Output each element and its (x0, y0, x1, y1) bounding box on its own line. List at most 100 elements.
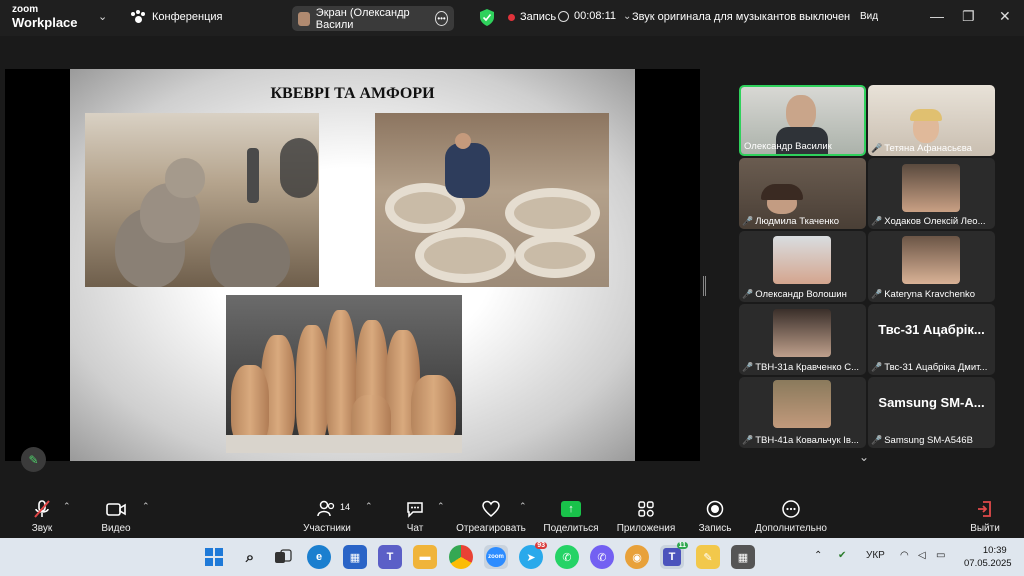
recording-indicator[interactable]: Запись (508, 11, 556, 23)
participant-name: 🎤 Samsung SM-A546B (871, 435, 973, 446)
wifi-icon[interactable]: ◠ (900, 550, 909, 561)
participant-name: 🎤 Людмила Ткаченко (742, 216, 840, 227)
record-dot-icon (508, 13, 515, 21)
participant-tile[interactable]: 🎤 Ходаков Олексій Лео... (868, 158, 995, 229)
leave-button[interactable]: Выйти (966, 493, 1004, 538)
participant-name: 🎤 Kateryna Kravchenko (871, 289, 976, 300)
participant-display-name: Samsung SM-A... (878, 395, 985, 410)
video-button[interactable]: Видео (96, 493, 136, 538)
windows-taskbar: ⌕ e ▦ T ▬ zoom ➤ 93 ✆ ✆ ◉ T 11 ✎ ▦ ⌃ ✔ У… (0, 538, 1024, 576)
participant-tile[interactable]: 🎤 Олександр Волошин (739, 231, 866, 302)
paw-icon (130, 10, 146, 24)
chevron-down-icon[interactable]: ⌄ (98, 10, 107, 23)
participant-tile[interactable]: Samsung SM-A... 🎤 Samsung SM-A546B (868, 377, 995, 448)
panel-resize-handle[interactable] (703, 276, 706, 296)
conference-button[interactable]: Конференция (130, 10, 222, 24)
record-icon (706, 500, 724, 518)
teams-classic-icon[interactable]: T 11 (660, 542, 688, 569)
close-button[interactable]: ✕ (999, 8, 1011, 25)
teams-icon[interactable]: T (378, 545, 402, 569)
chevron-up-icon[interactable]: ⌃ (814, 550, 822, 561)
record-button[interactable]: Запись (696, 493, 734, 538)
participants-button[interactable]: Участники (300, 493, 354, 538)
shield-icon[interactable] (480, 9, 494, 26)
pencil-icon: ✎ (28, 452, 39, 467)
mic-muted-icon (34, 500, 50, 518)
participant-tile[interactable]: 🎤 Людмила Ткаченко (739, 158, 866, 229)
participant-tile[interactable]: Олександр Василик (739, 85, 866, 156)
chevron-up-icon[interactable]: ⌃ (365, 501, 373, 512)
search-icon[interactable]: ⌕ (238, 545, 262, 569)
slide-title: КВЕВРІ ТА АМФОРИ (270, 85, 435, 102)
participant-name: Олександр Василик (744, 141, 832, 152)
timer-value: 00:08:11 (574, 10, 617, 22)
network-status-icon[interactable]: ✔ (838, 550, 846, 561)
mic-off-icon: 🎤 (871, 435, 883, 445)
eye-app-icon[interactable]: ◉ (625, 545, 649, 569)
restore-button[interactable]: ❐ (962, 8, 975, 25)
original-sound-status[interactable]: Звук оригинала для музыкантов выключен (632, 11, 850, 23)
whatsapp-icon[interactable]: ✆ (555, 545, 579, 569)
chevron-up-icon[interactable]: ⌃ (437, 501, 445, 512)
calculator-icon[interactable]: ▦ (731, 545, 755, 569)
edge-icon[interactable]: e (307, 545, 331, 569)
mic-off-icon: 🎤 (871, 289, 883, 299)
meeting-toolbar: Звук ⌃ Видео ⌃ Участники 14 ⌃ Чат ⌃ Отре… (0, 493, 1024, 538)
language-indicator[interactable]: УКР (866, 550, 885, 561)
chevron-down-icon[interactable]: ⌄ (859, 450, 869, 464)
apps-label: Приложения (616, 523, 676, 534)
apps-button[interactable]: Приложения (614, 493, 678, 538)
react-button[interactable]: Отреагировать (456, 493, 526, 538)
screen-share-label: Экран (Олександр Васили (315, 6, 410, 31)
chat-button[interactable]: Чат (400, 493, 430, 538)
participant-display-name: Твс-31 Ацабрік... (878, 322, 985, 337)
chevron-up-icon[interactable]: ⌃ (519, 501, 527, 512)
recording-label: Запись (520, 11, 557, 23)
participant-tile[interactable]: 🎤 ТВН-41а Ковальчук Ів... (739, 377, 866, 448)
qvevri-cellar-photo (85, 113, 319, 287)
chevron-up-icon[interactable]: ⌃ (142, 501, 150, 512)
participants-count: 14 (340, 502, 351, 512)
teams-badge: 11 (676, 542, 688, 549)
mic-off-icon: 🎤 (742, 435, 754, 445)
battery-icon[interactable]: ▭ (936, 550, 945, 561)
audio-button[interactable]: Звук (24, 493, 60, 538)
view-button[interactable]: Вид (860, 11, 878, 22)
participant-tile[interactable]: 🎤 Kateryna Kravchenko (868, 231, 995, 302)
leave-label: Выйти (970, 523, 1000, 534)
chrome-icon[interactable] (449, 545, 473, 569)
share-screen-button[interactable]: ↑ Поделиться (542, 493, 600, 538)
meeting-timer[interactable]: 00:08:11 ⌄ (558, 10, 631, 22)
zoom-taskbar-icon[interactable]: zoom (484, 545, 508, 569)
clock-date: 07.05.2025 (964, 558, 1012, 569)
amphorae-photo (226, 295, 462, 453)
share-arrow-icon: ↑ (561, 501, 581, 517)
annotate-button[interactable]: ✎ (21, 447, 46, 472)
minimize-button[interactable]: — (930, 8, 944, 24)
telegram-icon[interactable]: ➤ 93 (519, 542, 547, 569)
participant-tile[interactable]: 🎤 Тетяна Афанасьєва (868, 85, 995, 156)
participant-tile[interactable]: Твс-31 Ацабрік... 🎤 Твс-31 Ацабріка Дмит… (868, 304, 995, 375)
speaker-icon[interactable]: ◁ (918, 550, 926, 561)
people-icon (317, 500, 335, 517)
system-clock[interactable]: 10:39 07.05.2025 (964, 544, 1012, 570)
file-explorer-icon[interactable]: ▬ (413, 545, 437, 569)
brand-line2: Workplace (12, 15, 78, 30)
chat-label: Чат (406, 523, 424, 534)
chevron-up-icon[interactable]: ⌃ (63, 501, 71, 512)
participant-name: 🎤 Твс-31 Ацабріка Дмит... (871, 362, 988, 373)
leave-door-icon (978, 501, 991, 517)
more-button[interactable]: Дополнительно (752, 493, 830, 538)
viber-icon[interactable]: ✆ (590, 545, 614, 569)
more-icon[interactable]: ••• (435, 11, 448, 26)
calendar-app-icon[interactable]: ▦ (343, 545, 367, 569)
participant-tile[interactable]: 🎤 ТВН-31а Кравченко С... (739, 304, 866, 375)
task-view-icon[interactable] (271, 545, 295, 569)
windows-start-icon[interactable] (202, 545, 226, 569)
screen-share-indicator[interactable]: Экран (Олександр Васили ••• (292, 6, 454, 31)
participants-label: Участники (303, 523, 351, 534)
chevron-down-icon: ⌄ (623, 10, 632, 22)
participant-name: 🎤 Олександр Волошин (742, 289, 847, 300)
video-camera-icon (106, 503, 126, 516)
sticky-notes-icon[interactable]: ✎ (696, 545, 720, 569)
